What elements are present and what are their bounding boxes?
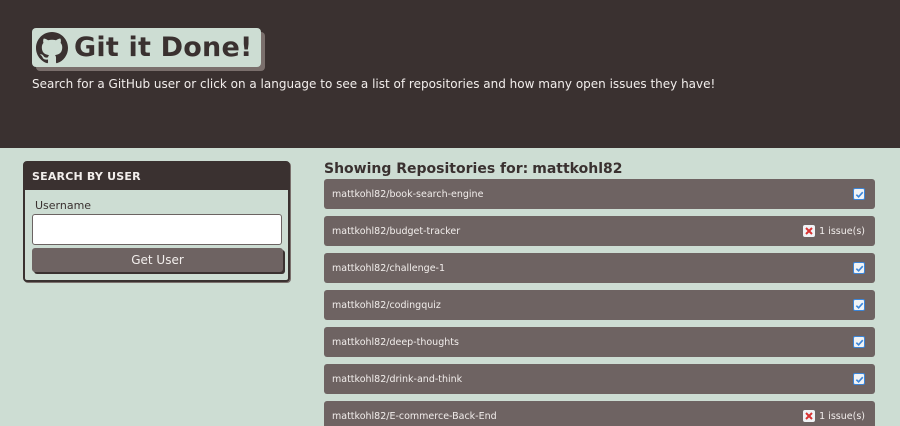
repo-name: mattkohl82/drink-and-think <box>332 373 463 385</box>
check-icon <box>853 336 865 348</box>
check-icon <box>853 373 865 385</box>
repo-name: mattkohl82/codingquiz <box>332 299 441 311</box>
repo-name: mattkohl82/book-search-engine <box>332 188 484 200</box>
check-icon <box>853 262 865 274</box>
issue-count: 1 issue(s) <box>819 225 865 237</box>
repo-status <box>853 262 865 274</box>
repos-heading-user: mattkohl82 <box>532 161 623 177</box>
search-card-header: SEARCH BY USER <box>25 163 288 190</box>
repo-status <box>853 299 865 311</box>
repos-heading: Showing Repositories for: mattkohl82 <box>324 161 622 177</box>
repo-status <box>853 188 865 200</box>
repo-name: mattkohl82/E-commerce-Back-End <box>332 410 497 422</box>
repo-name: mattkohl82/budget-tracker <box>332 225 461 237</box>
repos-heading-label: Showing Repositories for: <box>324 161 529 177</box>
repo-item[interactable]: mattkohl82/codingquiz <box>324 290 875 320</box>
repo-item[interactable]: mattkohl82/book-search-engine <box>324 179 875 209</box>
app-logo[interactable]: Git it Done! <box>32 28 261 67</box>
repo-item[interactable]: mattkohl82/budget-tracker 1 issue(s) <box>324 216 875 246</box>
hero-header: Git it Done! Search for a GitHub user or… <box>0 0 900 148</box>
x-icon <box>803 410 816 422</box>
repo-item[interactable]: mattkohl82/deep-thoughts <box>324 327 875 357</box>
repo-item[interactable]: mattkohl82/drink-and-think <box>324 364 875 394</box>
repo-name: mattkohl82/deep-thoughts <box>332 336 459 348</box>
check-icon <box>853 299 865 311</box>
app-subtitle: Search for a GitHub user or click on a l… <box>32 77 716 91</box>
get-user-button[interactable]: Get User <box>32 248 283 272</box>
check-icon <box>853 188 865 200</box>
github-icon <box>36 31 68 63</box>
repo-status: 1 issue(s) <box>803 225 865 237</box>
repo-item[interactable]: mattkohl82/challenge-1 <box>324 253 875 283</box>
repo-status <box>853 336 865 348</box>
repo-item[interactable]: mattkohl82/E-commerce-Back-End 1 issue(s… <box>324 401 875 426</box>
x-icon <box>803 225 816 237</box>
issue-count: 1 issue(s) <box>819 410 865 422</box>
repo-status <box>853 373 865 385</box>
username-input[interactable] <box>32 214 282 245</box>
repo-status: 1 issue(s) <box>803 410 865 422</box>
username-label: Username <box>35 199 92 212</box>
repo-name: mattkohl82/challenge-1 <box>332 262 446 274</box>
repo-list: mattkohl82/book-search-engine mattkohl82… <box>324 179 875 426</box>
app-title: Git it Done! <box>74 32 253 63</box>
search-by-user-card: SEARCH BY USER Username Get User <box>23 161 290 282</box>
